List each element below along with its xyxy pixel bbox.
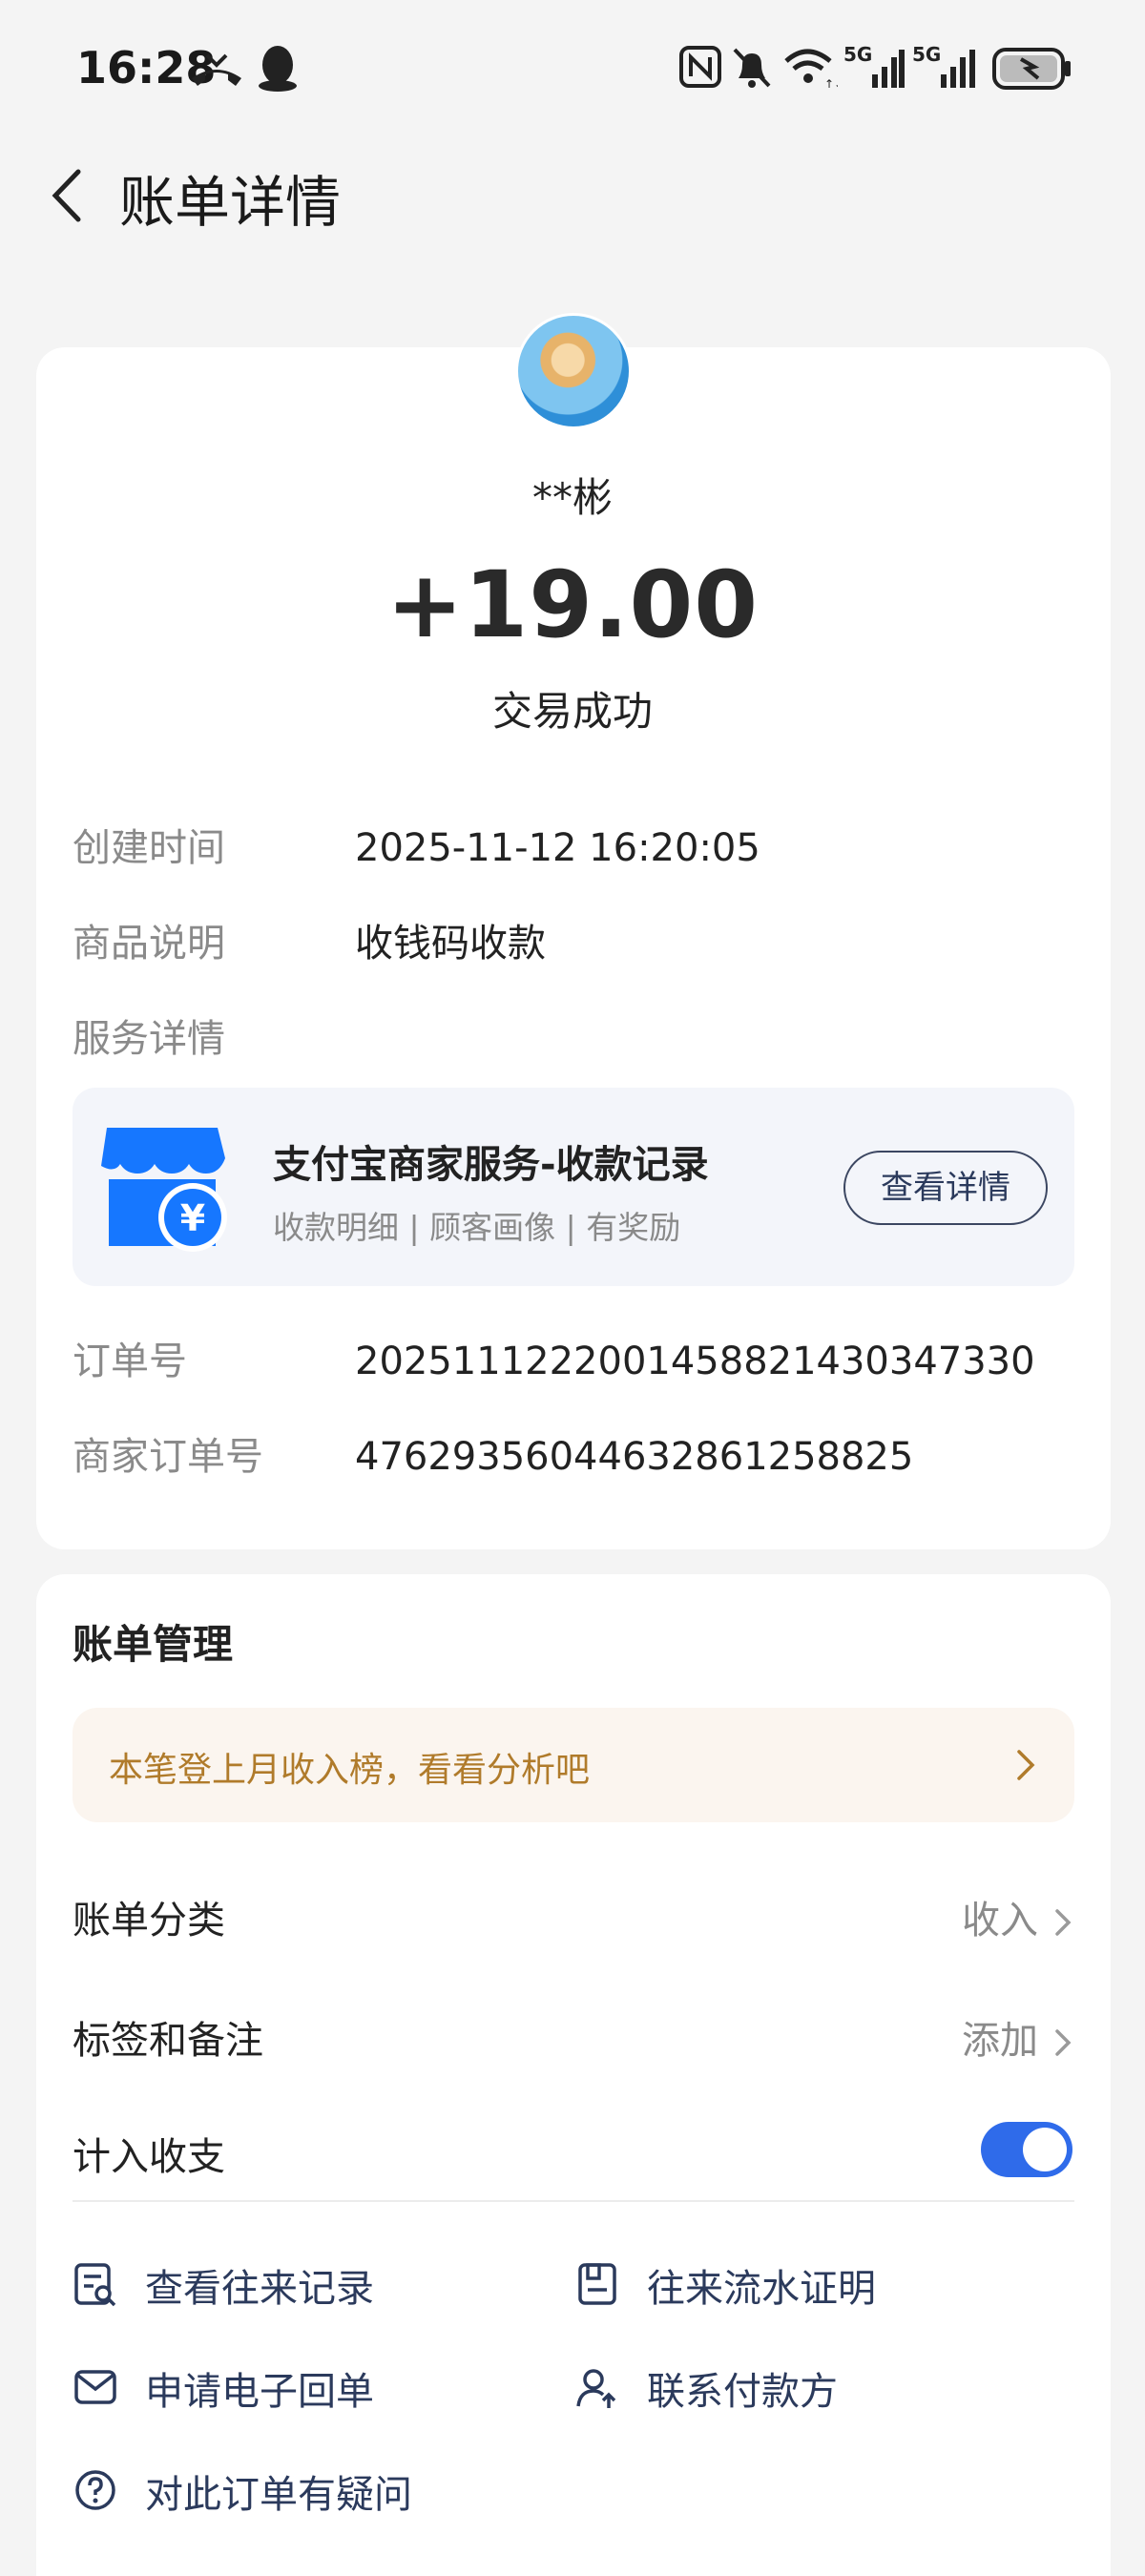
e-receipt-label: 申请电子回单 [145,2370,374,2414]
contact-payer-action[interactable]: 联系付款方 [574,2360,1051,2418]
promo-banner[interactable]: 本笔登上月收入榜，看看分析吧 [73,1708,1074,1822]
penguin-icon [259,46,297,92]
battery-charging-icon [992,48,1071,90]
include-label: 计入收支 [73,2135,225,2179]
chevron-right-icon [1055,1909,1072,1936]
contact-user-icon [576,2369,616,2408]
svg-text:¥: ¥ [180,1197,205,1239]
nfc-icon [679,46,721,88]
signal-5g-icon: 5G [843,43,905,88]
service-label: 服务详情 [73,1017,225,1061]
order-row: 订单号 2025111222001458821430347330 [73,1330,1035,1385]
category-value: 收入 [962,1899,1038,1942]
missed-call-icon [192,53,241,86]
include-toggle[interactable] [981,2122,1072,2177]
created-time-value: 2025-11-12 16:20:05 [355,826,760,870]
mail-icon [74,2370,116,2404]
signal-5g-icon-2: 5G [912,43,975,88]
merchant-service-card[interactable]: ¥ 支付宝商家服务-收款记录 收款明细 | 顾客画像 | 有奖励 查看详情 [73,1088,1074,1286]
flow-proof-action[interactable]: 往来流水证明 [574,2257,1051,2315]
bell-muted-icon [733,48,771,88]
order-value[interactable]: 2025111222001458821430347330 [355,1340,1035,1383]
store-icon: ¥ [101,1128,227,1252]
status-bar: 16:28 ↑↓ 5G 5G [0,0,1145,143]
merchant-order-value[interactable]: 47629356044632861258825 [355,1435,913,1479]
divider [73,2200,1074,2202]
tag-label: 标签和备注 [73,2019,263,2063]
service-row: 服务详情 [73,1008,355,1063]
merchant-order-row: 商家订单号 47629356044632861258825 [73,1425,913,1481]
goods-label: 商品说明 [73,922,225,966]
transaction-status: 交易成功 [491,688,653,735]
svg-text:5G: 5G [912,43,941,66]
nav-bar: 账单详情 [0,143,1145,248]
toggle-knob [1023,2128,1067,2171]
created-time-label: 创建时间 [73,826,225,870]
order-label: 订单号 [73,1340,187,1383]
view-history-label: 查看往来记录 [145,2267,374,2311]
page-title: 账单详情 [119,170,342,235]
contact-payer-label: 联系付款方 [647,2370,838,2414]
amount: +19.00 [385,551,760,658]
order-question-label: 对此订单有疑问 [145,2473,412,2517]
e-receipt-action[interactable]: 申请电子回单 [73,2360,550,2418]
svg-text:↑↓: ↑↓ [824,77,838,90]
svg-text:5G: 5G [843,43,872,66]
back-arrow-icon[interactable] [38,162,105,229]
chevron-right-icon [1055,2029,1072,2056]
service-name: 支付宝商家服务-收款记录 [273,1143,709,1187]
promo-text: 本笔登上月收入榜，看看分析吧 [109,1751,591,1790]
view-details-button[interactable]: 查看详情 [843,1151,1048,1225]
category-row[interactable]: 账单分类 收入 [73,1889,1074,1944]
payer-name: **彬 [531,474,613,521]
question-icon [75,2470,115,2510]
category-label: 账单分类 [73,1899,225,1942]
order-question-action[interactable]: 对此订单有疑问 [73,2463,550,2521]
view-history-action[interactable]: 查看往来记录 [73,2257,550,2315]
document-icon [578,2263,616,2305]
chevron-right-icon [1017,1750,1035,1780]
service-desc: 收款明细 | 顾客画像 | 有奖励 [273,1209,681,1246]
wifi-icon: ↑↓ [784,49,838,90]
merchant-order-label: 商家订单号 [73,1435,263,1479]
tag-value: 添加 [962,2019,1038,2063]
flow-proof-label: 往来流水证明 [647,2267,876,2311]
tag-row[interactable]: 标签和备注 添加 [73,2009,1074,2065]
goods-value: 收钱码收款 [355,922,546,966]
created-time-row: 创建时间 2025-11-12 16:20:05 [73,817,760,872]
include-row: 计入收支 [73,2126,1074,2181]
record-search-icon [74,2263,116,2307]
goods-row: 商品说明 收钱码收款 [73,912,546,967]
avatar [515,313,632,429]
section-title: 账单管理 [73,1621,234,1668]
